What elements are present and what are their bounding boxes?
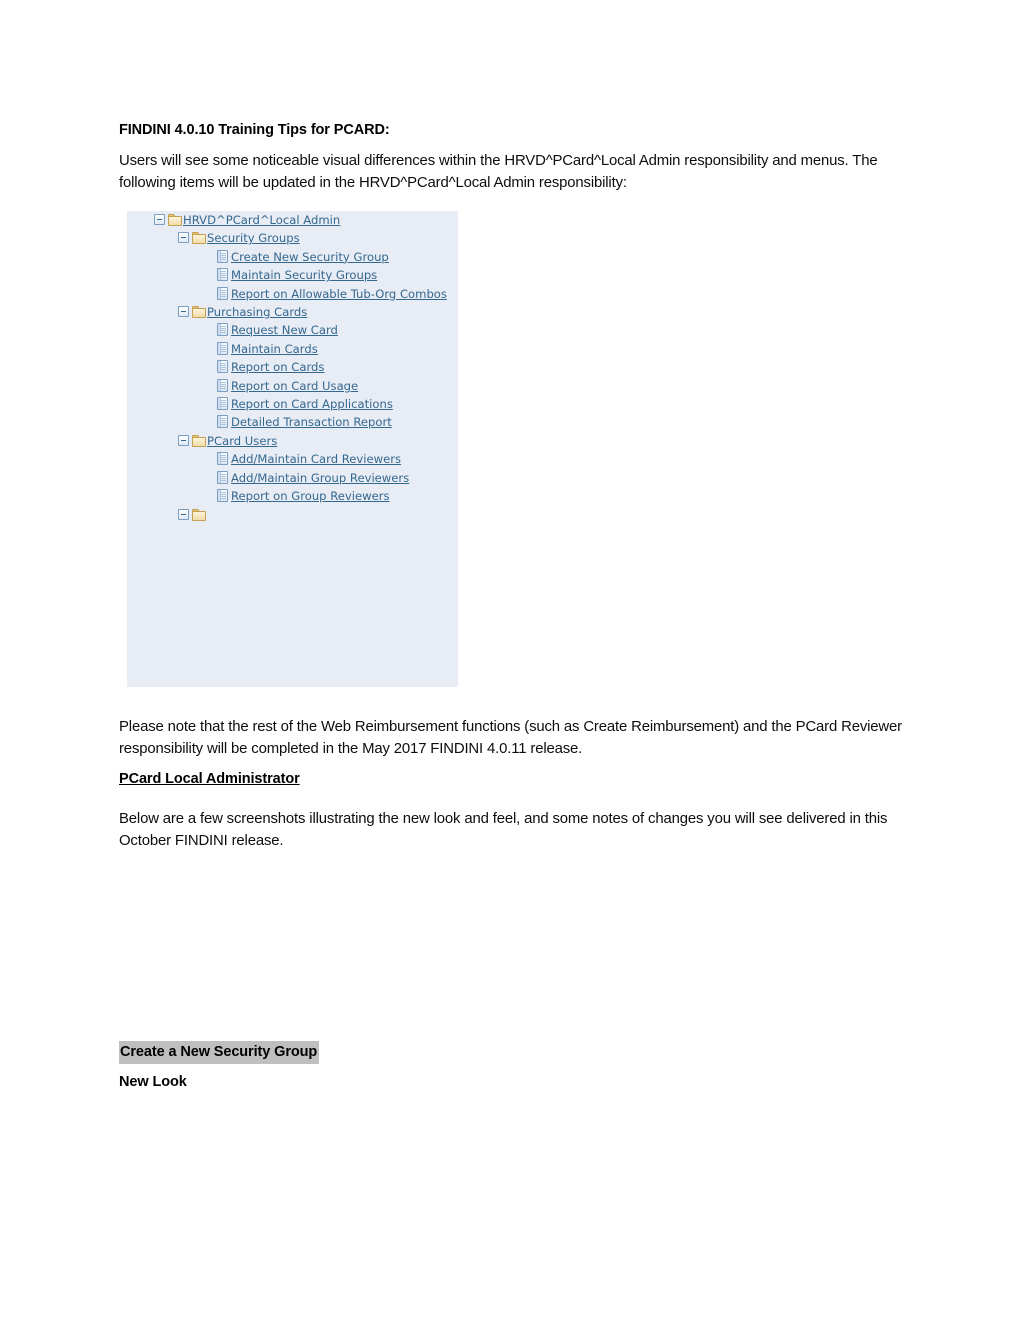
tree-node-label[interactable]: Purchasing Cards bbox=[207, 305, 307, 319]
navigation-tree-screenshot: HRVD^PCard^Local Admin Security Groups Cre… bbox=[127, 211, 458, 687]
note-paragraph: Please note that the rest of the Web Rei… bbox=[119, 719, 902, 758]
document-page: FINDINI 4.0.10 Training Tips for PCARD: … bbox=[0, 0, 1020, 1320]
folder-icon bbox=[192, 434, 206, 447]
tree-node[interactable]: Request New Card bbox=[203, 321, 458, 339]
intro-paragraph: Users will see some noticeable visual di… bbox=[119, 152, 878, 191]
tree-node-label[interactable]: Report on Card Applications bbox=[231, 397, 393, 411]
page-icon bbox=[217, 249, 228, 263]
tree-node[interactable]: Report on Card Applications bbox=[203, 395, 458, 413]
page-icon bbox=[217, 489, 228, 503]
tree-node-label[interactable]: Maintain Security Groups bbox=[231, 268, 377, 282]
page-title: FINDINI 4.0.10 Training Tips for PCARD: bbox=[119, 122, 390, 138]
section-subheading: PCard Local Administrator bbox=[119, 771, 300, 788]
document-body: FINDINI 4.0.10 Training Tips for PCARD: … bbox=[119, 120, 919, 203]
tree-node[interactable]: Report on Group Reviewers bbox=[203, 487, 458, 505]
collapse-minus-icon[interactable] bbox=[178, 434, 189, 446]
page-icon bbox=[217, 323, 228, 337]
tree-node[interactable]: Report on Allowable Tub-Org Combos bbox=[203, 285, 458, 303]
page-icon bbox=[217, 268, 228, 282]
highlighted-section-heading: Create a New Security Group bbox=[119, 1041, 320, 1065]
document-body-lower: Please note that the rest of the Web Rei… bbox=[119, 716, 919, 861]
tree-node-label[interactable]: Security Groups bbox=[207, 231, 300, 245]
tree-node[interactable]: Security Groups bbox=[178, 229, 458, 247]
tree-node[interactable]: Detailed Transaction Report bbox=[203, 413, 458, 431]
tree-node[interactable]: Purchasing Cards bbox=[178, 303, 458, 321]
tree-node[interactable]: Maintain Cards bbox=[203, 340, 458, 358]
tree-node[interactable]: Create New Security Group bbox=[203, 248, 458, 266]
tree-node-label[interactable]: Report on Cards bbox=[231, 360, 324, 374]
folder-icon bbox=[192, 508, 206, 521]
new-look-label: New Look bbox=[119, 1074, 187, 1090]
tree-node-label[interactable]: Create New Security Group bbox=[231, 250, 389, 264]
tree-node[interactable]: PCard Users bbox=[178, 432, 458, 450]
collapse-minus-icon[interactable] bbox=[178, 232, 189, 244]
tree-node[interactable]: Maintain Security Groups bbox=[203, 266, 458, 284]
tree-node-label[interactable]: Add/Maintain Group Reviewers bbox=[231, 471, 409, 485]
collapse-minus-icon[interactable] bbox=[178, 306, 189, 318]
page-icon bbox=[217, 470, 228, 484]
page-icon bbox=[217, 397, 228, 411]
tree-node-label[interactable]: Report on Allowable Tub-Org Combos bbox=[231, 287, 447, 301]
page-icon bbox=[217, 360, 228, 374]
tree-node-label[interactable]: Report on Card Usage bbox=[231, 379, 358, 393]
page-icon bbox=[217, 341, 228, 355]
folder-icon bbox=[168, 214, 182, 226]
folder-icon bbox=[192, 306, 206, 319]
tree-node-label[interactable]: HRVD^PCard^Local Admin bbox=[183, 213, 340, 227]
tree-node-label[interactable]: Maintain Cards bbox=[231, 342, 318, 356]
tree-node[interactable]: HRVD^PCard^Local Admin bbox=[154, 211, 458, 229]
page-icon bbox=[217, 286, 228, 300]
page-icon bbox=[217, 452, 228, 466]
tree-node-label[interactable]: PCard Users bbox=[207, 434, 277, 448]
tree-node[interactable]: Report on Cards bbox=[203, 358, 458, 376]
page-icon bbox=[217, 378, 228, 392]
folder-icon bbox=[192, 232, 206, 245]
tree-node[interactable]: Add/Maintain Group Reviewers bbox=[203, 469, 458, 487]
tree-node[interactable] bbox=[178, 506, 458, 524]
tree-node-label[interactable]: Add/Maintain Card Reviewers bbox=[231, 452, 401, 466]
tree-node-label[interactable]: Request New Card bbox=[231, 323, 338, 337]
collapse-minus-icon[interactable] bbox=[178, 508, 189, 520]
collapse-minus-icon[interactable] bbox=[154, 214, 165, 225]
tree-node[interactable]: Report on Card Usage bbox=[203, 377, 458, 395]
subheading-wrapper: PCard Local Administrator bbox=[119, 769, 919, 799]
page-icon bbox=[217, 415, 228, 429]
tree-node-label[interactable]: Report on Group Reviewers bbox=[231, 489, 390, 503]
screenshots-paragraph: Below are a few screenshots illustrating… bbox=[119, 810, 888, 850]
navigation-tree: HRVD^PCard^Local Admin Security Groups Cre… bbox=[127, 211, 458, 524]
tree-node-label[interactable]: Detailed Transaction Report bbox=[231, 415, 392, 429]
tree-node[interactable]: Add/Maintain Card Reviewers bbox=[203, 450, 458, 468]
